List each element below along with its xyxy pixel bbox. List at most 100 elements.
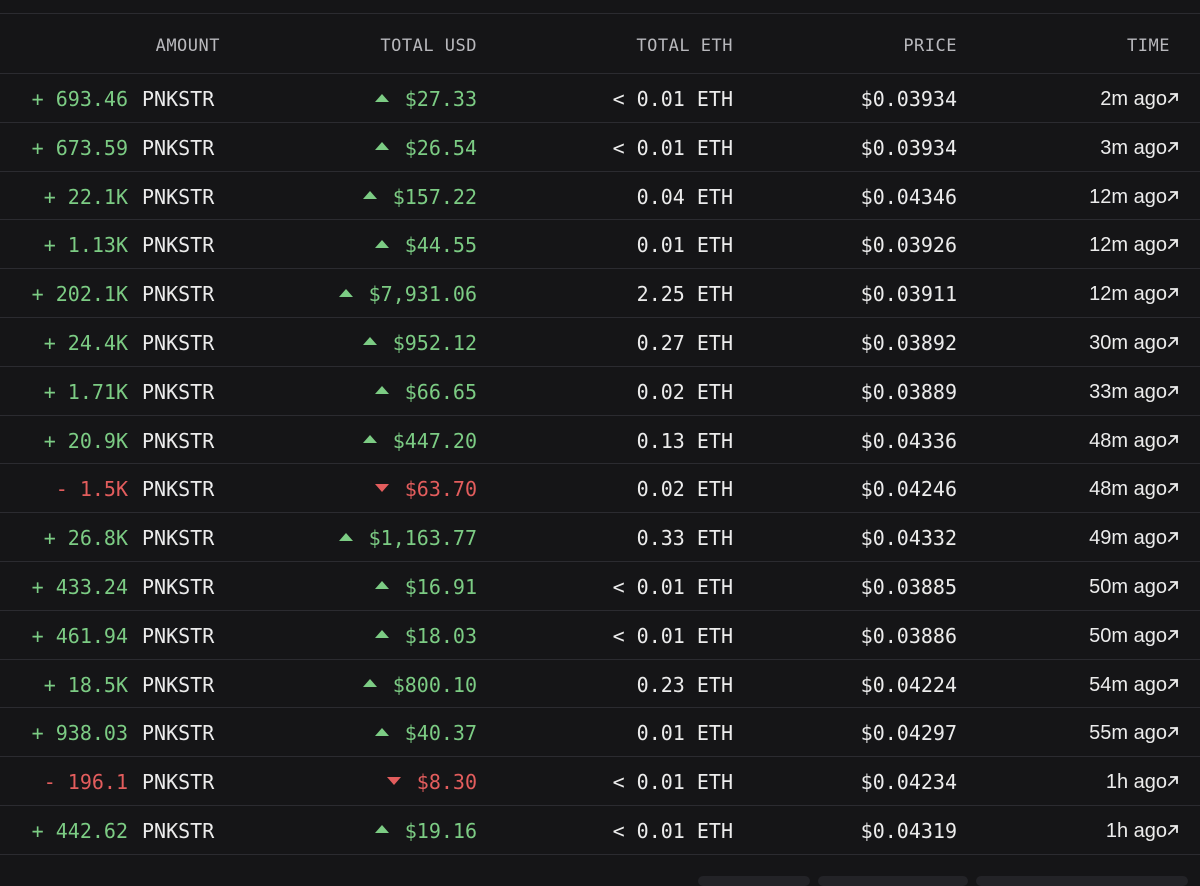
token-symbol: PNKSTR (142, 818, 215, 843)
total-usd-cell: $800.10 (362, 673, 477, 697)
total-usd-value: $16.91 (404, 574, 477, 599)
total-usd-value: $40.37 (404, 721, 477, 746)
token-symbol: PNKSTR (142, 623, 215, 648)
external-link-icon[interactable] (1166, 237, 1180, 251)
total-eth-value: < 0.01 ETH (612, 770, 733, 795)
total-usd-cell: $27.33 (374, 87, 477, 111)
total-usd-cell: $447.20 (362, 428, 477, 453)
external-link-icon[interactable] (1166, 335, 1180, 349)
total-usd-cell: $19.16 (374, 819, 477, 843)
triangle-up-icon (362, 191, 377, 200)
total-eth-value: 0.04 ETH (636, 184, 733, 209)
external-link-icon[interactable] (1166, 189, 1180, 203)
amount-value: + 1.71K (43, 379, 128, 404)
total-usd-cell: $44.55 (374, 233, 477, 258)
table-row[interactable]: + 24.4K PNKSTR $952.12 0.27 ETH $0.03892 30m … (0, 318, 1200, 367)
total-usd-cell: $952.12 (362, 331, 477, 355)
total-usd-value: $44.55 (404, 233, 477, 258)
amount-value: + 693.46 (31, 87, 128, 111)
amount-value: + 24.4K (43, 330, 128, 355)
price-value: $0.04319 (860, 818, 957, 843)
triangle-down-icon (374, 483, 389, 492)
time-value: 54m ago (1089, 673, 1167, 696)
table-row[interactable]: + 26.8K PNKSTR $1,163.77 0.33 ETH $0.04332 49… (0, 513, 1200, 562)
total-usd-cell: $63.70 (374, 477, 477, 502)
total-usd-cell: $16.91 (374, 574, 477, 599)
triangle-up-icon (374, 386, 389, 395)
external-link-icon[interactable] (1166, 628, 1180, 642)
total-usd-cell: $157.22 (362, 184, 477, 209)
total-usd-value: $63.70 (404, 477, 477, 502)
time-value: 55m ago (1089, 722, 1167, 745)
external-link-icon[interactable] (1166, 433, 1180, 447)
triangle-up-icon (362, 435, 377, 444)
table-row[interactable]: + 442.62 PNKSTR $19.16 < 0.01 ETH $0.04319 1h… (0, 806, 1200, 855)
time-value: 12m ago (1089, 234, 1167, 257)
triangle-up-icon (374, 142, 389, 151)
total-eth-value: 0.13 ETH (636, 428, 733, 453)
total-usd-value: $157.22 (392, 184, 477, 209)
price-value: $0.03934 (860, 87, 957, 111)
external-link-icon[interactable] (1166, 725, 1180, 739)
amount-value: + 202.1K (31, 282, 128, 307)
triangle-down-icon (386, 776, 401, 785)
price-value: $0.04234 (860, 770, 957, 795)
total-usd-cell: $66.65 (374, 380, 477, 404)
external-link-icon[interactable] (1166, 384, 1180, 398)
external-link-icon[interactable] (1166, 530, 1180, 544)
amount-value: + 442.62 (31, 818, 128, 843)
total-eth-value: 0.23 ETH (636, 672, 733, 697)
table-header: AMOUNT TOTAL USD TOTAL ETH PRICE TIME (0, 14, 1200, 74)
header-total-eth: TOTAL ETH (636, 36, 733, 56)
external-link-icon[interactable] (1166, 140, 1180, 154)
external-link-icon[interactable] (1166, 774, 1180, 788)
triangle-up-icon (374, 727, 389, 736)
price-value: $0.04336 (860, 428, 957, 453)
table-top-border (0, 0, 1200, 14)
table-row[interactable]: + 18.5K PNKSTR $800.10 0.23 ETH $0.04224 54m … (0, 660, 1200, 709)
total-eth-value: 0.01 ETH (636, 233, 733, 258)
total-usd-value: $18.03 (404, 623, 477, 648)
external-link-icon[interactable] (1166, 91, 1180, 105)
table-row[interactable]: - 196.1 PNKSTR $8.30 < 0.01 ETH $0.04234 1h a… (0, 757, 1200, 806)
triangle-up-icon (374, 825, 389, 834)
external-link-icon[interactable] (1166, 286, 1180, 300)
external-link-icon[interactable] (1166, 677, 1180, 691)
table-row[interactable]: + 1.71K PNKSTR $66.65 0.02 ETH $0.03889 33m a… (0, 367, 1200, 416)
amount-value: + 1.13K (43, 233, 128, 258)
total-usd-value: $27.33 (404, 87, 477, 111)
total-usd-value: $26.54 (404, 135, 477, 160)
table-row[interactable]: - 1.5K PNKSTR $63.70 0.02 ETH $0.04246 48m ag… (0, 464, 1200, 514)
table-row[interactable]: + 461.94 PNKSTR $18.03 < 0.01 ETH $0.03886 50… (0, 611, 1200, 660)
table-row[interactable]: + 673.59 PNKSTR $26.54 < 0.01 ETH $0.03934 3m… (0, 123, 1200, 172)
external-link-icon[interactable] (1166, 823, 1180, 837)
time-value: 48m ago (1089, 429, 1167, 452)
triangle-up-icon (338, 532, 353, 541)
external-link-icon[interactable] (1166, 579, 1180, 593)
amount-value: + 461.94 (31, 623, 128, 648)
external-link-icon[interactable] (1166, 481, 1180, 495)
total-usd-value: $7,931.06 (368, 282, 477, 307)
header-price: PRICE (903, 36, 957, 56)
total-eth-value: 0.27 ETH (636, 330, 733, 355)
total-eth-value: 2.25 ETH (636, 282, 733, 307)
time-value: 1h ago (1105, 771, 1167, 794)
time-value: 2m ago (1100, 88, 1167, 110)
table-row[interactable]: + 693.46 PNKSTR $27.33 < 0.01 ETH $0.03934 2m… (0, 74, 1200, 123)
price-value: $0.04224 (860, 672, 957, 697)
amount-value: + 22.1K (43, 184, 128, 209)
table-row[interactable]: + 938.03 PNKSTR $40.37 0.01 ETH $0.04297 55m … (0, 708, 1200, 758)
token-symbol: PNKSTR (142, 135, 215, 160)
header-time: TIME (1127, 36, 1170, 56)
table-row[interactable]: + 22.1K PNKSTR $157.22 0.04 ETH $0.04346 12m … (0, 172, 1200, 221)
total-usd-cell: $1,163.77 (338, 526, 477, 550)
token-symbol: PNKSTR (142, 672, 215, 697)
table-row[interactable]: + 1.13K PNKSTR $44.55 0.01 ETH $0.03926 12m a… (0, 220, 1200, 270)
table-row[interactable]: + 202.1K PNKSTR $7,931.06 2.25 ETH $0.03911 1… (0, 269, 1200, 318)
table-row[interactable]: + 433.24 PNKSTR $16.91 < 0.01 ETH $0.03885 50… (0, 562, 1200, 611)
total-usd-value: $447.20 (392, 428, 477, 453)
total-eth-value: 0.02 ETH (636, 477, 733, 502)
table-body: + 693.46 PNKSTR $27.33 < 0.01 ETH $0.03934 2m… (0, 74, 1200, 855)
table-row[interactable]: + 20.9K PNKSTR $447.20 0.13 ETH $0.04336 48m … (0, 416, 1200, 465)
total-usd-cell: $26.54 (374, 135, 477, 160)
